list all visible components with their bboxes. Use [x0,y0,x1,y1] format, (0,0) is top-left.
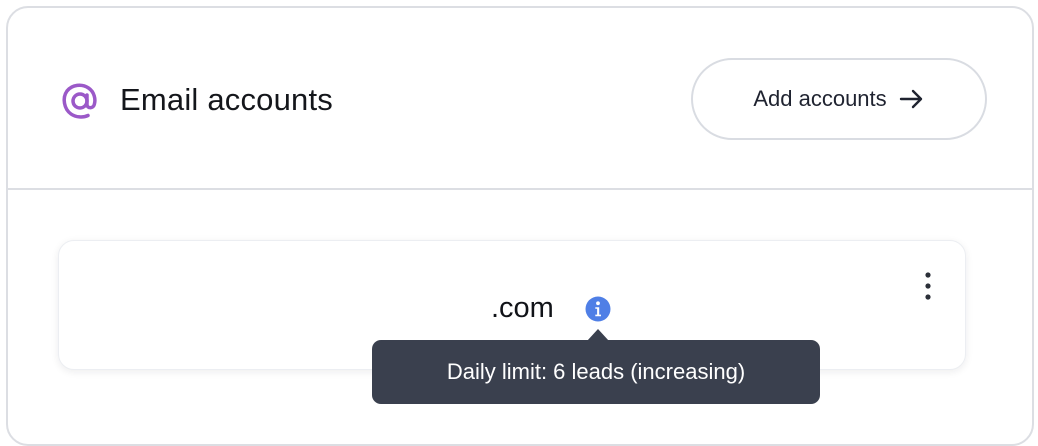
daily-limit-tooltip: Daily limit: 6 leads (increasing) [372,340,820,404]
panel-header: Email accounts Add accounts [8,8,1032,190]
at-sign-icon [62,83,97,119]
page-title: Email accounts [120,82,334,117]
tooltip-text: Daily limit: 6 leads (increasing) [446,359,746,384]
info-icon[interactable] [585,296,611,322]
add-accounts-button[interactable]: Add accounts [691,58,987,140]
more-vertical-icon[interactable] [917,269,939,303]
account-domain: .com [491,292,554,324]
add-accounts-label: Add accounts [753,86,887,111]
arrow-right-icon [899,89,922,109]
